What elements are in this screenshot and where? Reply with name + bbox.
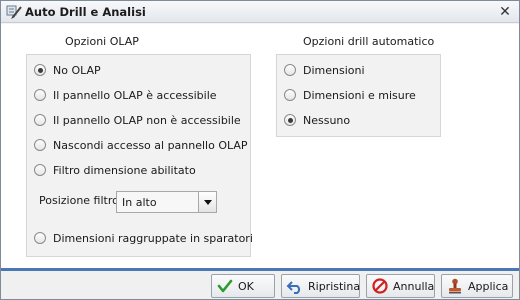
title-bar: Auto Drill e Analisi ✕ [1,1,519,23]
olap-options-panel [26,54,251,257]
reset-button[interactable]: Ripristina [281,274,360,298]
radio-button[interactable] [34,164,46,176]
olap-option-hide-access[interactable]: Nascondi accesso al pannello OLAP [34,137,248,153]
apply-button-label: Applica [468,279,509,293]
radio-button[interactable] [284,114,296,126]
radio-button[interactable] [34,64,46,76]
drill-option-label: Dimensioni [303,63,365,77]
filter-position-label: Posizione filtro [39,194,119,207]
window-title: Auto Drill e Analisi [25,5,146,19]
olap-option-panel-accessible[interactable]: Il pannello OLAP è accessibile [34,87,217,103]
ok-button[interactable]: OK [211,274,275,298]
olap-options-title: Opzioni OLAP [65,35,139,48]
olap-option-label: Il pannello OLAP è accessibile [53,88,217,102]
checkmark-icon [216,277,234,295]
olap-option-dimension-filter[interactable]: Filtro dimensione abilitato [34,162,196,178]
radio-button[interactable] [34,89,46,101]
drill-option-label: Dimensioni e misure [303,88,416,102]
filter-position-value: In alto [122,195,157,209]
undo-icon [286,277,304,295]
radio-button[interactable] [34,232,46,244]
olap-option-panel-not-accessible[interactable]: Il pannello OLAP non è accessibile [34,112,241,128]
auto-drill-dialog: Auto Drill e Analisi ✕ Opzioni OLAP No O… [0,0,520,300]
olap-option-label: Dimensioni raggruppate in sparatori [53,231,253,245]
chevron-down-icon[interactable] [198,192,216,212]
cancel-icon [371,277,389,295]
filter-position-select[interactable]: In alto [116,191,217,213]
olap-option-label: No OLAP [53,63,101,77]
drill-option-dimensions-measures[interactable]: Dimensioni e misure [284,87,416,103]
drill-option-none[interactable]: Nessuno [284,112,350,128]
olap-option-grouped-dimensions[interactable]: Dimensioni raggruppate in sparatori [34,230,253,246]
radio-button[interactable] [284,89,296,101]
olap-option-no-olap[interactable]: No OLAP [34,62,101,78]
dialog-body: Opzioni OLAP No OLAP Il pannello OLAP è … [1,24,519,268]
ok-button-label: OK [238,279,254,293]
radio-button[interactable] [284,64,296,76]
drill-options-title: Opzioni drill automatico [303,35,435,48]
button-bar: OK Ripristina Annulla Applica [1,271,519,299]
apply-button[interactable]: Applica [441,274,513,298]
olap-option-label: Il pannello OLAP non è accessibile [53,113,241,127]
drill-option-label: Nessuno [303,113,351,127]
olap-option-label: Nascondi accesso al pannello OLAP [53,138,248,152]
drill-option-dimensions[interactable]: Dimensioni [284,62,365,78]
olap-option-label: Filtro dimensione abilitato [53,163,196,177]
cancel-button[interactable]: Annulla [366,274,435,298]
radio-button[interactable] [34,139,46,151]
radio-button[interactable] [34,114,46,126]
cancel-button-label: Annulla [393,279,435,293]
close-icon[interactable]: ✕ [497,4,513,20]
stamp-icon [446,277,464,295]
reset-button-label: Ripristina [308,279,361,293]
drill-tool-icon [5,3,23,21]
